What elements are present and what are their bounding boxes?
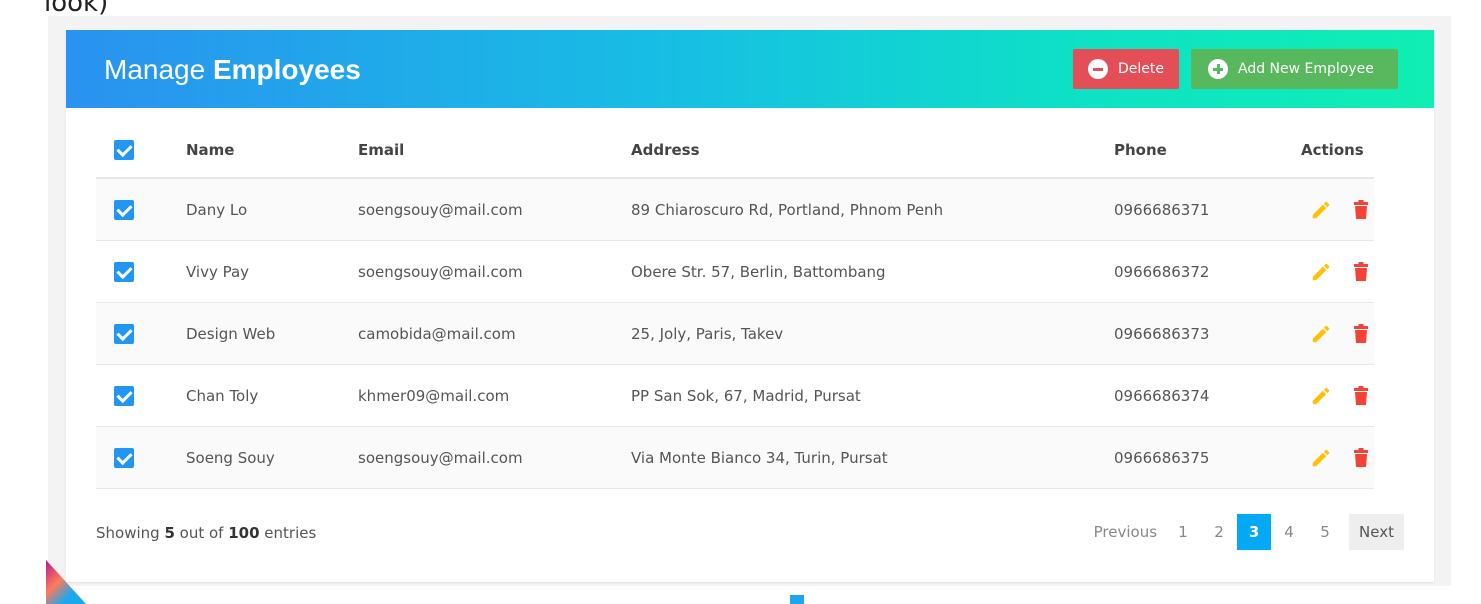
pencil-icon[interactable] <box>1310 323 1332 345</box>
row-checkbox[interactable] <box>114 199 134 220</box>
row-actions <box>1310 179 1368 240</box>
summary-suffix: entries <box>259 524 317 542</box>
delete-button-label: Delete <box>1118 61 1164 77</box>
page-link-2[interactable]: 2 <box>1201 514 1237 550</box>
column-header-address: Address <box>631 140 700 159</box>
page-link-5[interactable]: 5 <box>1307 514 1343 550</box>
summary-prefix: Showing <box>96 524 165 542</box>
row-actions <box>1310 241 1368 302</box>
entries-summary: Showing 5 out of 100 entries <box>96 524 316 542</box>
trash-icon[interactable] <box>1354 324 1368 343</box>
summary-total-count: 100 <box>228 524 260 542</box>
next-page-link[interactable]: Next <box>1349 514 1404 550</box>
page-link-1[interactable]: 1 <box>1165 514 1201 550</box>
employee-address: 89 Chiaroscuro Rd, Portland, Phnom Penh <box>631 200 944 219</box>
employee-name: Design Web <box>186 324 276 343</box>
page-link-4[interactable]: 4 <box>1271 514 1307 550</box>
row-check-cell <box>114 427 136 488</box>
table-row: Dany Lo soengsouy@mail.com 89 Chiaroscuro … <box>96 179 1374 241</box>
employee-name: Chan Toly <box>186 386 259 405</box>
bottom-decoration <box>790 595 804 604</box>
employee-name: Soeng Souy <box>186 448 275 467</box>
row-check-cell <box>114 365 136 426</box>
minus-circle-icon <box>1088 59 1108 79</box>
delete-button[interactable]: Delete <box>1073 49 1179 89</box>
title-bold: Employees <box>212 54 361 85</box>
pencil-icon[interactable] <box>1310 261 1332 283</box>
table-row: Soeng Souy soengsouy@mail.com Via Monte Bi… <box>96 427 1374 489</box>
employee-address: Via Monte Bianco 34, Turin, Pursat <box>631 448 888 467</box>
column-header-phone: Phone <box>1114 140 1167 159</box>
plus-circle-icon <box>1208 59 1228 79</box>
table-row: Chan Toly khmer09@mail.com PP San Sok, 67,… <box>96 365 1374 427</box>
row-checkbox[interactable] <box>114 385 134 406</box>
row-check-cell <box>114 179 136 240</box>
table-header-row: Name Email Address Phone Actions <box>96 122 1374 179</box>
row-checkbox[interactable] <box>114 261 134 282</box>
employee-email: soengsouy@mail.com <box>358 448 523 467</box>
row-check-cell <box>114 303 136 364</box>
row-actions <box>1310 427 1368 488</box>
add-button-label: Add New Employee <box>1238 61 1374 77</box>
employee-phone: 0966686371 <box>1114 200 1210 219</box>
trash-icon[interactable] <box>1354 200 1368 219</box>
previous-page-link[interactable]: Previous <box>1088 514 1163 550</box>
trash-icon[interactable] <box>1354 448 1368 467</box>
row-actions <box>1310 365 1368 426</box>
column-header-actions: Actions <box>1301 140 1364 159</box>
employee-name: Dany Lo <box>186 200 248 219</box>
employees-table: Name Email Address Phone Actions Dany Lo… <box>96 122 1374 489</box>
employee-address: Obere Str. 57, Berlin, Battombang <box>631 262 886 281</box>
page-title: Manage Employees <box>104 54 361 86</box>
pencil-icon[interactable] <box>1310 447 1332 469</box>
employee-email: camobida@mail.com <box>358 324 516 343</box>
trash-icon[interactable] <box>1354 262 1368 281</box>
pagination: Previous 1 2 3 4 5 Next <box>1088 514 1404 550</box>
row-actions <box>1310 303 1368 364</box>
pencil-icon[interactable] <box>1310 385 1332 407</box>
row-checkbox[interactable] <box>114 447 134 468</box>
title-light: Manage <box>104 54 213 85</box>
summary-shown-count: 5 <box>164 524 175 542</box>
page-link-3-active[interactable]: 3 <box>1237 514 1272 550</box>
employee-address: PP San Sok, 67, Madrid, Pursat <box>631 386 861 405</box>
card-header: Manage Employees Delete Add New Employee <box>66 30 1434 108</box>
column-header-name: Name <box>186 140 235 159</box>
row-checkbox[interactable] <box>114 323 134 344</box>
employee-phone: 0966686375 <box>1114 448 1210 467</box>
employee-name: Vivy Pay <box>186 262 250 281</box>
employee-address: 25, Joly, Paris, Takev <box>631 324 784 343</box>
select-all-checkbox[interactable] <box>114 139 134 160</box>
employees-card: Manage Employees Delete Add New Employee… <box>66 30 1434 582</box>
table-row: Vivy Pay soengsouy@mail.com Obere Str. 57,… <box>96 241 1374 303</box>
table-footer: Showing 5 out of 100 entries Previous 1 … <box>96 514 1404 554</box>
employee-email: soengsouy@mail.com <box>358 262 523 281</box>
employee-phone: 0966686374 <box>1114 386 1210 405</box>
summary-middle: out of <box>174 524 229 542</box>
select-all-cell <box>114 122 136 177</box>
pencil-icon[interactable] <box>1310 199 1332 221</box>
employee-email: soengsouy@mail.com <box>358 200 523 219</box>
employee-phone: 0966686372 <box>1114 262 1210 281</box>
row-check-cell <box>114 241 136 302</box>
employee-email: khmer09@mail.com <box>358 386 510 405</box>
column-header-email: Email <box>358 140 405 159</box>
table-row: Design Web camobida@mail.com 25, Joly, Par… <box>96 303 1374 365</box>
employee-phone: 0966686373 <box>1114 324 1210 343</box>
add-employee-button[interactable]: Add New Employee <box>1191 49 1398 89</box>
trash-icon[interactable] <box>1354 386 1368 405</box>
